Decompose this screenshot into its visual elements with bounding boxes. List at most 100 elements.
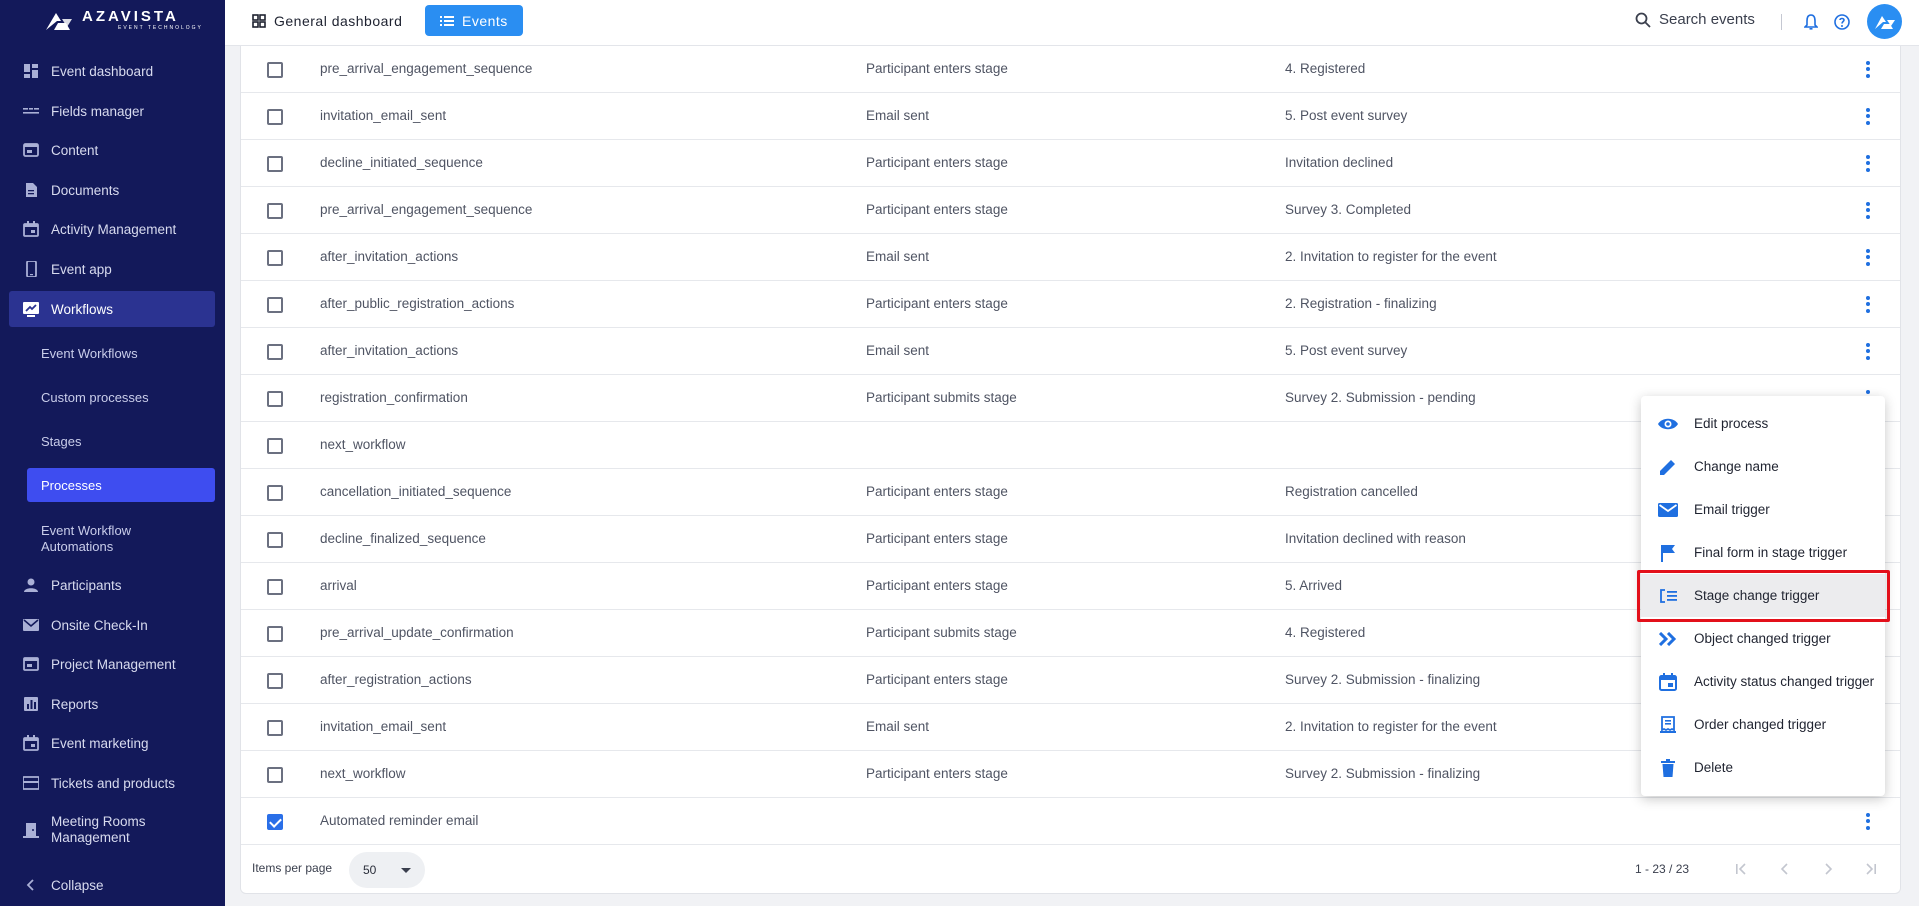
sidebar-item-meeting-rooms[interactable]: Meeting Rooms Management	[0, 810, 225, 850]
sidebar-item-event-dashboard[interactable]: Event dashboard	[0, 53, 225, 89]
more-vert-icon[interactable]	[1858, 341, 1878, 361]
process-name: Automated reminder email	[320, 813, 479, 828]
sidebar-item-project-management[interactable]: Project Management	[0, 646, 225, 682]
more-vert-icon[interactable]	[1858, 811, 1878, 831]
row-checkbox[interactable]	[267, 391, 283, 407]
azavista-logo[interactable]: AZAVISTA EVENT TECHNOLOGY	[44, 9, 203, 32]
user-avatar[interactable]	[1867, 4, 1902, 39]
more-vert-icon[interactable]	[1858, 59, 1878, 79]
more-vert-icon[interactable]	[1858, 294, 1878, 314]
items-per-page-select[interactable]: 50	[349, 852, 425, 888]
sidebar-item-participants[interactable]: Participants	[0, 567, 225, 603]
sidebar-item-content[interactable]: Content	[0, 132, 225, 168]
table-row[interactable]: invitation_email_sent Email sent 5. Post…	[241, 93, 1900, 140]
row-checkbox[interactable]	[267, 297, 283, 313]
process-trigger: Email sent	[866, 719, 930, 734]
row-checkbox-checked[interactable]	[267, 814, 283, 830]
row-checkbox[interactable]	[267, 673, 283, 689]
process-trigger: Participant enters stage	[866, 578, 1008, 593]
more-vert-icon[interactable]	[1858, 247, 1878, 267]
row-checkbox[interactable]	[267, 109, 283, 125]
sidebar-item-onsite-check-in[interactable]: Onsite Check-In	[0, 607, 225, 643]
process-stage: 4. Registered	[1285, 625, 1366, 640]
table-row[interactable]: Automated reminder email	[241, 798, 1900, 845]
sidebar-subitem-event-workflows[interactable]: Event Workflows	[27, 336, 215, 370]
more-vert-icon[interactable]	[1858, 153, 1878, 173]
calendar-icon	[1657, 671, 1679, 693]
help-icon[interactable]	[1832, 12, 1852, 32]
menu-item-object-changed-trigger[interactable]: Object changed trigger	[1641, 617, 1885, 660]
menu-item-change-name[interactable]: Change name	[1641, 445, 1885, 488]
sidebar-subitem-event-workflow-automations[interactable]: Event Workflow Automations	[27, 519, 187, 559]
pagination-range: 1 - 23 / 23	[1635, 862, 1690, 876]
collapse-button[interactable]: Collapse	[0, 867, 225, 903]
row-checkbox[interactable]	[267, 532, 283, 548]
sidebar-item-event-app[interactable]: Event app	[0, 251, 225, 287]
process-name: after_registration_actions	[320, 672, 472, 687]
menu-item-activity-status-trigger[interactable]: Activity status changed trigger	[1641, 660, 1885, 703]
row-checkbox[interactable]	[267, 720, 283, 736]
row-checkbox[interactable]	[267, 250, 283, 266]
table-row[interactable]: after_invitation_actions Email sent 2. I…	[241, 234, 1900, 281]
prev-page-icon[interactable]	[1776, 860, 1794, 878]
subitem-label: Event Workflow Automations	[41, 523, 132, 554]
process-name: pre_arrival_engagement_sequence	[320, 202, 533, 217]
table-row[interactable]: pre_arrival_engagement_sequence Particip…	[241, 187, 1900, 234]
row-checkbox[interactable]	[267, 156, 283, 172]
process-stage: 2. Registration - finalizing	[1285, 296, 1437, 311]
row-checkbox[interactable]	[267, 579, 283, 595]
menu-item-order-changed-trigger[interactable]: Order changed trigger	[1641, 703, 1885, 746]
subitem-label: Processes	[41, 477, 102, 493]
sidebar-item-fields-manager[interactable]: Fields manager	[0, 93, 225, 129]
menu-item-email-trigger[interactable]: Email trigger	[1641, 488, 1885, 531]
row-checkbox[interactable]	[267, 485, 283, 501]
sidebar-item-documents[interactable]: Documents	[0, 172, 225, 208]
row-checkbox[interactable]	[267, 344, 283, 360]
more-vert-icon[interactable]	[1858, 106, 1878, 126]
sidebar-subitem-stages[interactable]: Stages	[27, 424, 215, 458]
first-page-icon[interactable]	[1732, 860, 1750, 878]
sidebar-item-event-marketing[interactable]: Event marketing	[0, 725, 225, 761]
table-row[interactable]: decline_initiated_sequence Participant e…	[241, 140, 1900, 187]
next-page-icon[interactable]	[1819, 860, 1837, 878]
row-checkbox[interactable]	[267, 62, 283, 78]
envelope-icon	[1657, 499, 1679, 521]
more-vert-icon[interactable]	[1858, 200, 1878, 220]
fields-icon	[22, 102, 40, 120]
menu-item-delete[interactable]: Delete	[1641, 746, 1885, 789]
row-checkbox[interactable]	[267, 626, 283, 642]
sidebar-item-reports[interactable]: Reports	[0, 686, 225, 722]
calendar-icon	[22, 734, 40, 752]
bell-icon[interactable]	[1801, 12, 1821, 32]
general-dashboard-button[interactable]: General dashboard	[240, 5, 414, 36]
receipt-icon	[1657, 714, 1679, 736]
search-events[interactable]: Search events	[1635, 11, 1755, 28]
table-row[interactable]: after_public_registration_actions Partic…	[241, 281, 1900, 328]
table-row[interactable]: pre_arrival_engagement_sequence Particip…	[241, 46, 1900, 93]
process-name: registration_confirmation	[320, 390, 468, 405]
sidebar-subitem-processes[interactable]: Processes	[27, 468, 215, 502]
sidebar-item-workflows[interactable]: Workflows	[9, 291, 215, 327]
sidebar-item-activity-management[interactable]: Activity Management	[0, 211, 225, 247]
row-checkbox[interactable]	[267, 767, 283, 783]
table-footer: Items per page 50 1 - 23 / 23	[241, 844, 1900, 894]
sidebar-item-label: Event app	[51, 261, 112, 277]
menu-item-label: Edit process	[1694, 416, 1769, 431]
last-page-icon[interactable]	[1862, 860, 1880, 878]
subitem-label: Stages	[41, 433, 82, 449]
events-button[interactable]: Events	[425, 5, 523, 36]
process-stage: Survey 3. Completed	[1285, 202, 1412, 217]
sidebar-item-tickets-and-products[interactable]: Tickets and products	[0, 765, 225, 801]
flag-icon	[1657, 542, 1679, 564]
menu-item-label: Delete	[1694, 760, 1734, 775]
process-stage: Registration cancelled	[1285, 484, 1418, 499]
menu-item-final-form-trigger[interactable]: Final form in stage trigger	[1641, 531, 1885, 574]
menu-item-edit-process[interactable]: Edit process	[1641, 402, 1885, 445]
table-row[interactable]: after_invitation_actions Email sent 5. P…	[241, 328, 1900, 375]
pencil-icon	[1657, 456, 1679, 478]
process-name: next_workflow	[320, 437, 406, 452]
sidebar-item-label: Content	[51, 142, 99, 158]
row-checkbox[interactable]	[267, 438, 283, 454]
sidebar-subitem-custom-processes[interactable]: Custom processes	[27, 380, 215, 414]
row-checkbox[interactable]	[267, 203, 283, 219]
